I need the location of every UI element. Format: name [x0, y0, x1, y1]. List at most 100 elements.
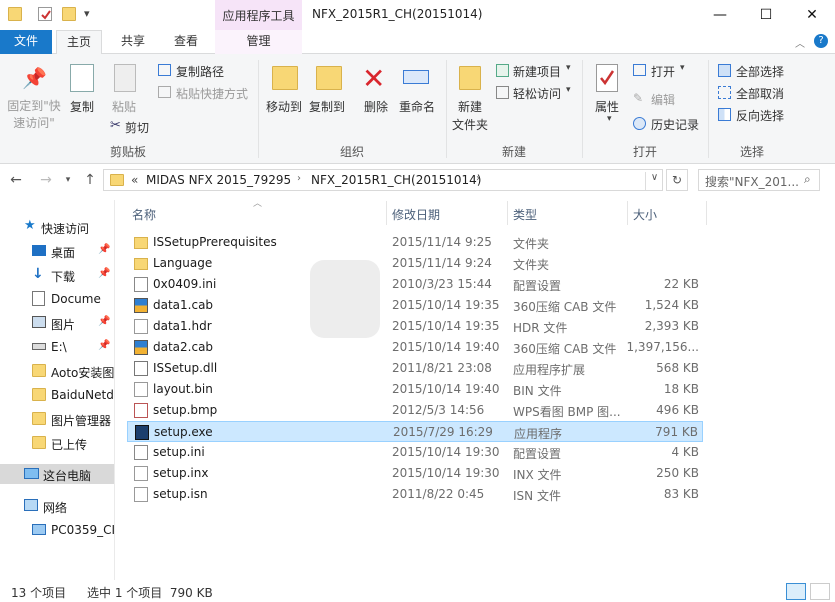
select-all-button[interactable]: 全部选择 [736, 63, 784, 80]
recent-locations-chevron-icon[interactable]: ▾ [58, 175, 78, 193]
column-header-name[interactable]: 名称 [132, 206, 156, 228]
window-title: NFX_2015R1_CH(20151014) [312, 7, 483, 21]
rename-button[interactable]: 重命名 [396, 98, 438, 115]
new-folder-button-line2[interactable]: 文件夹 [450, 116, 490, 133]
help-icon[interactable]: ? [814, 34, 828, 48]
file-row[interactable]: ISSetupPrerequisites 2015/11/14 9:25 文件夹 [127, 232, 703, 253]
breadcrumb-overflow[interactable]: « [131, 173, 138, 187]
column-divider[interactable] [706, 201, 707, 225]
minimize-button[interactable]: — [697, 0, 743, 30]
address-dropdown-icon[interactable]: ∨ [645, 172, 663, 190]
file-size: 791 KB [655, 425, 698, 439]
pin-icon[interactable]: 📌 [98, 316, 110, 327]
forward-arrow-icon[interactable]: → [36, 172, 56, 190]
history-button[interactable]: 历史记录 [651, 116, 699, 133]
pin-icon[interactable]: 📌 [98, 244, 110, 255]
chevron-down-icon[interactable]: ▾ [680, 63, 685, 73]
file-row[interactable]: ISSetup.dll 2011/8/21 23:08 应用程序扩展 568 KB [127, 358, 703, 379]
search-input[interactable]: 搜索"NFX_201... [698, 169, 820, 191]
tab-view[interactable]: 查看 [163, 30, 209, 54]
nav-downloads[interactable]: ↓ 下载 📌 [0, 265, 114, 285]
search-icon[interactable]: ⌕ [804, 172, 811, 187]
file-icon [134, 487, 148, 502]
nav-network[interactable]: 网络 [0, 496, 114, 516]
file-row[interactable]: setup.exe 2015/7/29 16:29 应用程序 791 KB [127, 421, 703, 442]
file-row[interactable]: data1.hdr 2015/10/14 19:35 HDR 文件 2,393 KB [127, 316, 703, 337]
column-header-type[interactable]: 类型 [513, 206, 537, 228]
breadcrumb-item[interactable]: MIDAS NFX 2015_79295 [146, 173, 291, 187]
pin-quick-access-button[interactable]: 固定到"快 速访问" [3, 98, 65, 132]
column-divider[interactable] [627, 201, 628, 225]
nav-this-pc[interactable]: 这台电脑 [0, 464, 114, 484]
breadcrumb-item[interactable]: NFX_2015R1_CH(20151014) [311, 173, 481, 187]
close-button[interactable]: ✕ [789, 0, 835, 30]
file-row[interactable]: setup.isn 2011/8/22 0:45 ISN 文件 83 KB [127, 484, 703, 505]
chevron-down-icon[interactable]: ▾ [607, 114, 612, 124]
new-item-button[interactable]: 新建项目 [513, 63, 561, 80]
nav-quick-access[interactable]: ★ 快速访问 [0, 217, 114, 237]
easy-access-button[interactable]: 轻松访问 [513, 85, 561, 102]
column-header-date[interactable]: 修改日期 [392, 206, 440, 228]
collapse-ribbon-icon[interactable]: ︿ [795, 35, 805, 50]
new-folder-quick-icon[interactable] [62, 7, 76, 21]
nav-desktop[interactable]: 桌面 📌 [0, 241, 114, 261]
file-row[interactable]: setup.bmp 2012/5/3 14:56 WPS看图 BMP 图... 496… [127, 400, 703, 421]
file-row[interactable]: data2.cab 2015/10/14 19:40 360压缩 CAB 文件 1,3… [127, 337, 703, 358]
nav-picture-manager[interactable]: 图片管理器 [0, 409, 114, 429]
move-to-button[interactable]: 移动到 [263, 98, 305, 115]
file-row[interactable]: 0x0409.ini 2010/3/23 15:44 配置设置 22 KB [127, 274, 703, 295]
column-divider[interactable] [386, 201, 387, 225]
up-arrow-icon[interactable]: ↑ [80, 172, 100, 190]
new-folder-button-line1[interactable]: 新建 [450, 98, 490, 115]
file-row[interactable]: setup.inx 2015/10/14 19:30 INX 文件 250 KB [127, 463, 703, 484]
file-row[interactable]: Language 2015/11/14 9:24 文件夹 [127, 253, 703, 274]
copy-to-button[interactable]: 复制到 [306, 98, 348, 115]
tab-file[interactable]: 文件 [0, 30, 52, 54]
pin-icon[interactable]: 📌 [98, 340, 110, 351]
column-header-size[interactable]: 大小 [633, 206, 657, 228]
file-date: 2012/5/3 14:56 [392, 403, 485, 417]
details-view-icon[interactable] [786, 583, 806, 600]
chevron-down-icon[interactable]: ▾ [566, 85, 571, 95]
nav-baidu[interactable]: BaiduNetd [0, 385, 114, 405]
chevron-down-icon[interactable]: ▾ [566, 63, 571, 73]
invert-selection-button[interactable]: 反向选择 [736, 107, 784, 124]
copy-path-button[interactable]: 复制路径 [176, 63, 224, 80]
breadcrumb-separator-icon[interactable]: › [297, 173, 301, 184]
edit-button[interactable]: 编辑 [651, 91, 675, 108]
breadcrumb-separator-icon[interactable]: › [476, 173, 480, 184]
delete-button[interactable]: 删除 [358, 98, 394, 115]
maximize-button[interactable]: ☐ [743, 0, 789, 30]
watermark-shield-icon [310, 260, 380, 338]
file-name: setup.exe [154, 425, 213, 439]
easy-access-icon [496, 86, 509, 99]
pin-icon[interactable]: 📌 [98, 268, 110, 279]
properties-button[interactable]: 属性 [590, 98, 624, 115]
nav-pc0359[interactable]: PC0359_CI [0, 520, 114, 540]
column-divider[interactable] [507, 201, 508, 225]
open-button[interactable]: 打开 [651, 63, 675, 80]
quick-access-dropdown-icon[interactable]: ▾ [84, 7, 90, 20]
cut-button[interactable]: 剪切 [125, 119, 149, 136]
folder-icon [32, 364, 46, 377]
file-row[interactable]: setup.ini 2015/10/14 19:30 配置设置 4 KB [127, 442, 703, 463]
back-arrow-icon[interactable]: ← [6, 172, 26, 190]
properties-quick-icon[interactable] [38, 7, 52, 21]
nav-pictures[interactable]: 图片 📌 [0, 313, 114, 333]
copy-button[interactable]: 复制 [64, 98, 100, 115]
paste-button[interactable]: 粘贴 [106, 98, 142, 115]
file-row[interactable]: data1.cab 2015/10/14 19:35 360压缩 CAB 文件 1,5… [127, 295, 703, 316]
select-none-button[interactable]: 全部取消 [736, 85, 784, 102]
tab-home[interactable]: 主页 [56, 30, 102, 55]
nav-documents[interactable]: Docume [0, 289, 114, 309]
nav-e-drive[interactable]: E:\ 📌 [0, 337, 114, 357]
folder-icon[interactable] [8, 7, 22, 21]
file-row[interactable]: layout.bin 2015/10/14 19:40 BIN 文件 18 KB [127, 379, 703, 400]
tab-share[interactable]: 共享 [110, 30, 156, 54]
large-icons-view-icon[interactable] [810, 583, 830, 600]
tab-manage[interactable]: 管理 [215, 30, 302, 54]
nav-uploaded[interactable]: 已上传 [0, 433, 114, 453]
refresh-icon[interactable]: ↻ [666, 169, 688, 191]
nav-aoto[interactable]: Aoto安装图 [0, 361, 114, 381]
paste-shortcut-button[interactable]: 粘贴快捷方式 [176, 85, 248, 102]
